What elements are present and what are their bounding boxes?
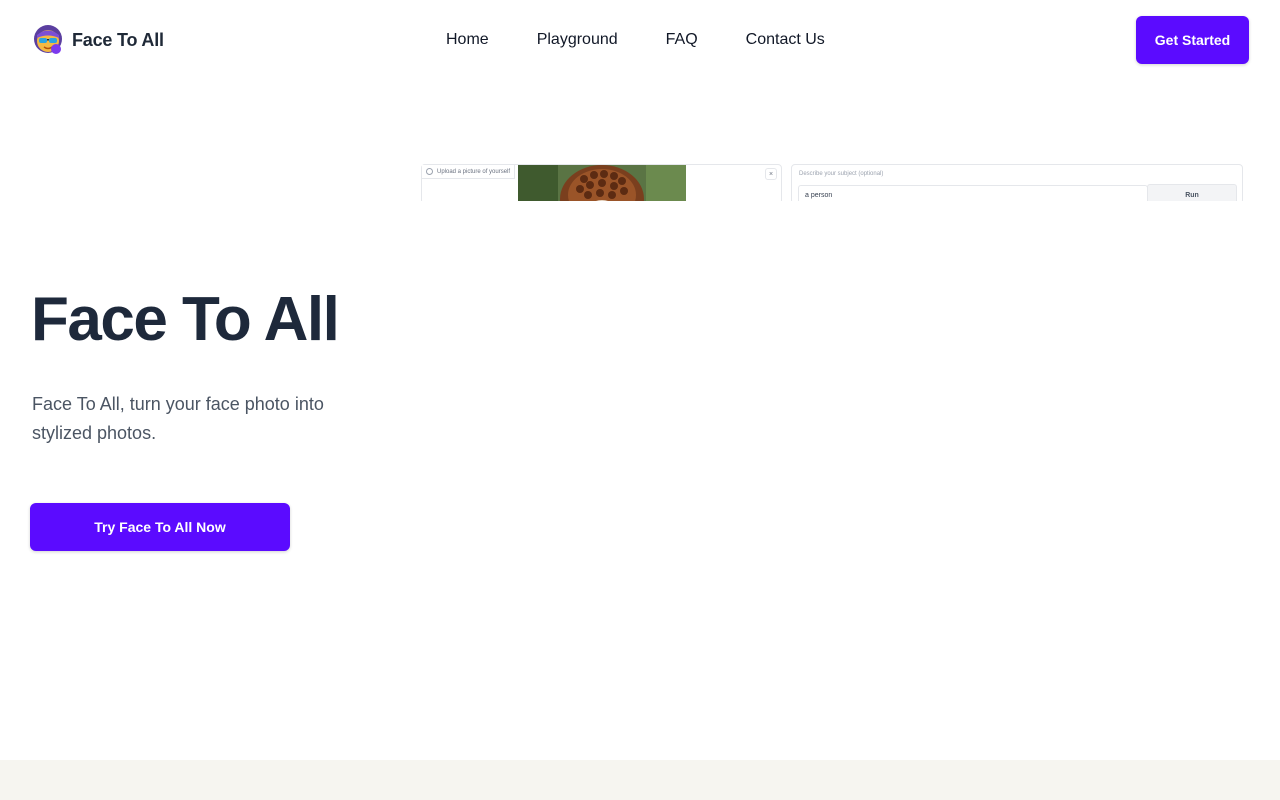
nav-faq[interactable]: FAQ — [666, 29, 698, 51]
nav-home[interactable]: Home — [446, 29, 489, 51]
brand-link[interactable]: Face To All — [32, 24, 164, 56]
describe-label: Describe your subject (optional) — [799, 171, 884, 177]
try-now-button[interactable]: Try Face To All Now — [30, 503, 290, 551]
image-icon — [426, 168, 433, 175]
brand-logo-icon — [34, 25, 62, 54]
next-section-band — [0, 760, 1280, 800]
photo-image — [518, 165, 686, 201]
upload-panel: Upload a picture of yourself × — [421, 164, 782, 201]
close-icon[interactable]: × — [765, 168, 777, 180]
prompt-panel: Describe your subject (optional) a perso… — [791, 164, 1243, 201]
get-started-button[interactable]: Get Started — [1136, 16, 1249, 64]
site-header: Face To All Home Playground FAQ Contact … — [0, 0, 1280, 80]
hero-subtitle: Face To All, turn your face photo into s… — [32, 394, 324, 443]
nav-playground[interactable]: Playground — [537, 29, 618, 51]
main-nav: Home Playground FAQ Contact Us — [446, 29, 825, 51]
run-button[interactable]: Run — [1147, 184, 1237, 201]
demo-preview: Upload a picture of yourself × Describe … — [421, 164, 1243, 201]
upload-label: Upload a picture of yourself — [422, 165, 516, 179]
describe-input[interactable]: a person — [798, 185, 1148, 201]
nav-contact-us[interactable]: Contact Us — [746, 29, 825, 51]
brand-name: Face To All — [72, 29, 164, 50]
upload-label-text: Upload a picture of yourself — [437, 168, 511, 175]
uploaded-photo — [518, 165, 686, 201]
hero-title: Face To All — [31, 285, 340, 354]
